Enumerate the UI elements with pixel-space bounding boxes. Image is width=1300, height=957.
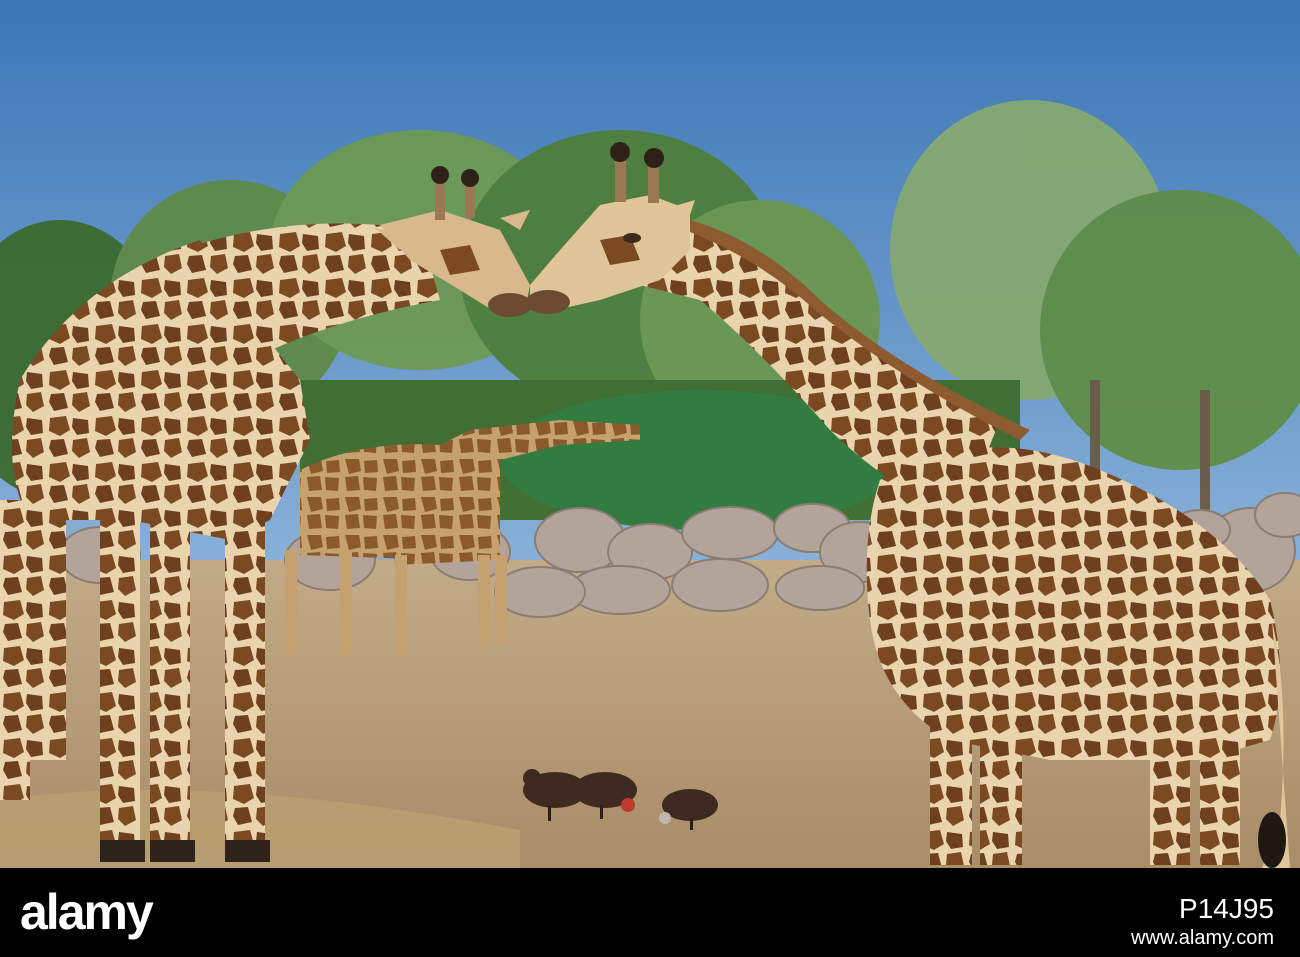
giraffes-photo xyxy=(0,0,1300,868)
watermark-url: www.alamy.com xyxy=(1131,927,1274,949)
image-id: P14J95 xyxy=(1179,893,1274,924)
stock-photo-page: alamy P14J95 www.alamy.com xyxy=(0,0,1300,957)
alamy-logo: alamy xyxy=(20,884,154,940)
watermark-footer xyxy=(0,868,1300,957)
